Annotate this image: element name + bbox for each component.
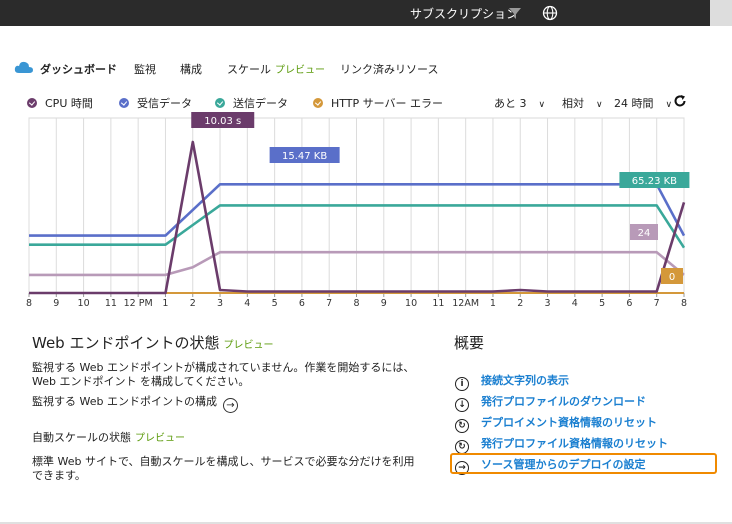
- refresh-icon[interactable]: [673, 94, 687, 108]
- cloud-icon: [14, 61, 33, 73]
- chevron-down-icon: ∨: [538, 100, 546, 110]
- check-icon: [313, 98, 323, 108]
- x-tick-label: 8: [681, 298, 687, 309]
- preview-badge: プレビュー: [223, 340, 274, 351]
- top-bar: サブスクリプション: [0, 0, 732, 26]
- check-icon: [215, 98, 225, 108]
- overview-title: 概要: [454, 334, 485, 352]
- configure-endpoint-label: 監視する Web エンドポイントの構成: [32, 395, 217, 408]
- tab-monitor[interactable]: 監視: [134, 61, 156, 77]
- more-label: あと 3: [494, 97, 527, 110]
- x-tick-label: 7: [326, 298, 332, 309]
- autoscale-description: 標準 Web サイトで、自動スケールを構成し、サービスで必要な分だけを利用 できま…: [32, 455, 415, 483]
- value-callout-label: 15.47 KB: [282, 151, 327, 162]
- desc-line: 標準 Web サイトで、自動スケールを構成し、サービスで必要な分だけを利用: [32, 455, 415, 468]
- reset-icon: ↻: [455, 440, 469, 454]
- legend-label: 受信データ: [137, 97, 192, 110]
- legend-label: HTTP サーバー エラー: [331, 97, 444, 110]
- overview-link-label: 接続文字列の表示: [481, 374, 569, 387]
- web-endpoint-title: Web エンドポイントの状態 プレビュー: [32, 332, 273, 353]
- configure-endpoint-link[interactable]: 監視する Web エンドポイントの構成 →: [32, 393, 238, 413]
- web-endpoint-title-text: Web エンドポイントの状態: [32, 334, 220, 352]
- x-tick-label: 11: [105, 298, 117, 309]
- info-icon: i: [455, 377, 469, 391]
- tab-configure[interactable]: 構成: [180, 61, 202, 77]
- preview-badge: プレビュー: [275, 65, 325, 76]
- check-icon: [27, 98, 37, 108]
- legend-data-out[interactable]: 送信データ: [215, 95, 288, 111]
- legend-data-in[interactable]: 受信データ: [119, 95, 192, 111]
- chevron-down-icon: ∨: [665, 100, 673, 110]
- avatar[interactable]: [710, 0, 732, 26]
- legend-cpu-time[interactable]: CPU 時間: [27, 95, 93, 111]
- web-endpoint-description: 監視する Web エンドポイントが構成されていません。作業を開始するには、 Web…: [32, 361, 414, 389]
- scale-label: 相対: [562, 97, 584, 110]
- x-tick-label: 6: [626, 298, 632, 309]
- x-tick-label: 4: [244, 298, 250, 309]
- x-tick-label: 5: [599, 298, 605, 309]
- more-metrics-dropdown[interactable]: あと 3 ∨: [494, 95, 545, 111]
- desc-line: 監視する Web エンドポイントが構成されていません。作業を開始するには、: [32, 361, 415, 374]
- reset-icon: ↻: [455, 419, 469, 433]
- x-tick-label: 11: [432, 298, 444, 309]
- tab-linked-resources[interactable]: リンク済みリソース: [340, 61, 438, 77]
- preview-badge: プレビュー: [135, 433, 185, 444]
- view-connection-strings-link[interactable]: i 接続文字列の表示: [455, 372, 569, 391]
- tab-scale[interactable]: スケール プレビュー: [227, 61, 325, 77]
- tab-scale-label: スケール: [227, 63, 271, 76]
- desc-line: Web エンドポイント を構成してください。: [32, 375, 250, 388]
- time-range-dropdown[interactable]: 24 時間 ∨: [614, 95, 672, 111]
- value-callout-label: 0: [669, 272, 675, 283]
- reset-deployment-credentials-link[interactable]: ↻ デプロイメント資格情報のリセット: [455, 414, 657, 433]
- subscription-label[interactable]: サブスクリプション: [410, 5, 518, 22]
- legend-http-errors[interactable]: HTTP サーバー エラー: [313, 95, 443, 111]
- range-label: 24 時間: [614, 97, 654, 110]
- x-tick-label: 8: [353, 298, 359, 309]
- overview-link-label: 発行プロファイルのダウンロード: [481, 395, 646, 408]
- usage-chart: 8 9 10 11 12 PM 1 2 3 4 5 6 7 8 9 10 11 12AM 1 2 3 4 5 6 7 8 10.0…: [26, 112, 690, 309]
- legend-label: CPU 時間: [45, 97, 93, 110]
- filter-icon[interactable]: [508, 6, 522, 20]
- download-publish-profile-link[interactable]: ↓ 発行プロファイルのダウンロード: [455, 393, 646, 412]
- overview-link-label: デプロイメント資格情報のリセット: [481, 416, 657, 429]
- value-callout-label: 10.03 s: [204, 116, 241, 127]
- x-tick-label: 9: [53, 298, 59, 309]
- tab-bar: ダッシュボード 監視 構成 スケール プレビュー リンク済みリソース: [0, 58, 732, 80]
- x-tick-label: 6: [299, 298, 305, 309]
- x-tick-label: 1: [490, 298, 496, 309]
- legend-label: 送信データ: [233, 97, 288, 110]
- x-tick-label: 2: [517, 298, 523, 309]
- reset-publish-profile-credentials-link[interactable]: ↻ 発行プロファイル資格情報のリセット: [455, 435, 668, 454]
- x-tick-label: 12AM: [452, 298, 479, 309]
- globe-icon[interactable]: [542, 5, 558, 21]
- x-tick-label: 10: [78, 298, 90, 309]
- x-tick-label: 2: [190, 298, 196, 309]
- overview-link-label: 発行プロファイル資格情報のリセット: [481, 437, 668, 450]
- chevron-down-icon: ∨: [596, 100, 603, 110]
- download-icon: ↓: [455, 398, 469, 412]
- x-tick-label: 3: [217, 298, 223, 309]
- check-icon: [119, 98, 129, 108]
- x-tick-label: 7: [654, 298, 660, 309]
- desc-line: できます。: [32, 469, 86, 482]
- highlight-box: [450, 453, 717, 474]
- value-callout-label: 24: [638, 228, 651, 239]
- x-tick-label: 10: [405, 298, 417, 309]
- x-tick-label: 1: [162, 298, 168, 309]
- autoscale-title: 自動スケールの状態 プレビュー: [32, 431, 185, 446]
- autoscale-title-text: 自動スケールの状態: [32, 431, 131, 444]
- x-tick-label: 4: [572, 298, 578, 309]
- x-tick-label: 8: [26, 298, 32, 309]
- x-tick-label: 12 PM: [124, 298, 153, 309]
- x-tick-label: 9: [381, 298, 387, 309]
- x-tick-label: 5: [272, 298, 278, 309]
- value-callout-label: 65.23 KB: [632, 176, 677, 187]
- scale-dropdown[interactable]: 相対 ∨: [562, 95, 603, 111]
- x-tick-label: 3: [545, 298, 551, 309]
- arrow-right-icon: →: [222, 398, 238, 413]
- tab-dashboard[interactable]: ダッシュボード: [40, 61, 117, 77]
